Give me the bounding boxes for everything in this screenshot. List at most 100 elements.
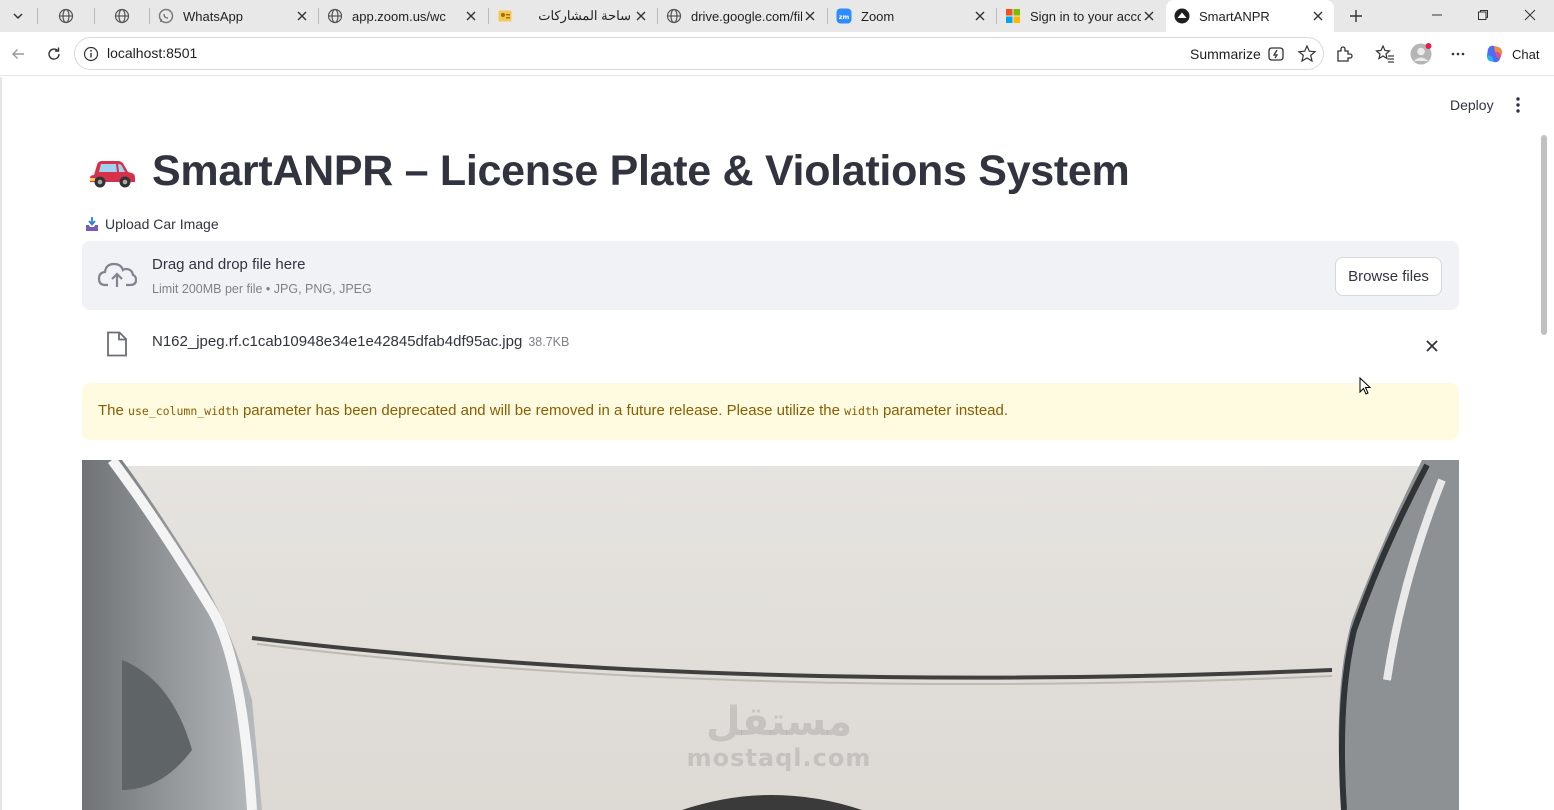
- close-icon: [1426, 340, 1438, 352]
- deprecation-warning: The use_column_width parameter has been …: [82, 383, 1459, 440]
- close-icon[interactable]: [1310, 8, 1326, 24]
- dropzone-title: Drag and drop file here: [152, 256, 306, 273]
- more-vertical-icon: [1516, 97, 1520, 113]
- tab-pinned-2[interactable]: [102, 0, 142, 32]
- mostaql-watermark: مستقل mostaql.com: [684, 700, 874, 772]
- zoom-icon: zm: [836, 8, 852, 24]
- tab-title: Zoom: [861, 8, 895, 24]
- restore-button[interactable]: [1460, 0, 1506, 30]
- browser-toolbar: localhost:8501 Summarize Chat: [0, 32, 1554, 76]
- tab-zoom[interactable]: zm Zoom: [828, 0, 996, 32]
- favorites-list-icon: [1375, 44, 1394, 63]
- info-icon[interactable]: [83, 46, 99, 67]
- warning-code-use-column-width: use_column_width: [128, 404, 239, 418]
- chat-label: Chat: [1512, 46, 1540, 62]
- close-icon[interactable]: [1141, 8, 1157, 24]
- tab-title: app.zoom.us/wc: [352, 8, 446, 24]
- chevron-down-icon: [13, 13, 23, 20]
- tab-title: WhatsApp: [183, 8, 243, 24]
- close-icon[interactable]: [972, 8, 988, 24]
- extensions-button[interactable]: [1329, 39, 1359, 69]
- tab-title: Sign in to your accou: [1030, 8, 1141, 24]
- inbox-tray-emoji-icon: [86, 217, 98, 231]
- file-dropzone[interactable]: Drag and drop file here Limit 200MB per …: [82, 241, 1459, 310]
- page-scrollbar[interactable]: [1541, 135, 1547, 335]
- whatsapp-icon: [158, 8, 174, 24]
- uploaded-file-row: N162_jpeg.rf.c1cab10948e34e1e42845dfab4d…: [82, 322, 1459, 366]
- summarize-icon: [1268, 47, 1284, 61]
- settings-more-button[interactable]: [1443, 39, 1473, 69]
- address-bar[interactable]: localhost:8501 Summarize: [74, 37, 1324, 70]
- uploader-label-text: Upload Car Image: [105, 216, 219, 232]
- refresh-button[interactable]: [39, 39, 69, 69]
- tab-participations[interactable]: ساحة المشاركات: [489, 0, 657, 32]
- tab-list-button[interactable]: [5, 4, 31, 28]
- svg-text:zm: zm: [839, 13, 850, 21]
- new-tab-button[interactable]: [1343, 3, 1369, 29]
- back-button[interactable]: [3, 39, 33, 69]
- cloud-upload-icon: [97, 262, 137, 287]
- tab-microsoft-signin[interactable]: Sign in to your accou: [997, 0, 1165, 32]
- summarize-label: Summarize: [1190, 46, 1261, 62]
- address-url[interactable]: localhost:8501: [107, 45, 197, 61]
- refresh-icon: [48, 47, 60, 60]
- tab-google-drive[interactable]: drive.google.com/file: [658, 0, 826, 32]
- streamlit-icon: [1174, 8, 1190, 24]
- copilot-chat-button[interactable]: Chat: [1478, 40, 1544, 68]
- minimize-icon: [1432, 14, 1442, 16]
- contact-card-icon: [497, 8, 513, 24]
- mouse-cursor-icon: [1359, 377, 1372, 395]
- close-icon: [1524, 9, 1536, 21]
- puzzle-icon: [1337, 46, 1353, 62]
- close-icon[interactable]: [633, 8, 649, 24]
- restore-icon: [1478, 10, 1488, 20]
- more-horizontal-icon: [1451, 52, 1465, 56]
- arrow-left-icon: [12, 49, 24, 59]
- car-emoji-icon: [90, 161, 135, 188]
- remove-file-button[interactable]: [1420, 334, 1444, 358]
- warning-code-width: width: [844, 404, 879, 418]
- file-size: 38.7KB: [528, 335, 570, 349]
- avatar-icon: [1410, 43, 1432, 65]
- microsoft-icon: [1005, 8, 1021, 24]
- page-title-text: SmartANPR – License Plate & Violations S…: [152, 146, 1130, 195]
- tab-smartanpr[interactable]: SmartANPR: [1166, 0, 1334, 32]
- minimize-button[interactable]: [1414, 0, 1460, 30]
- plus-icon: [1350, 10, 1362, 22]
- globe-icon: [327, 8, 343, 24]
- uploaded-file-name: N162_jpeg.rf.c1cab10948e34e1e42845dfab4d…: [152, 333, 569, 350]
- copilot-icon: [1487, 45, 1502, 63]
- uploader-label: Upload Car Image: [85, 216, 219, 232]
- tab-whatsapp[interactable]: WhatsApp: [150, 0, 318, 32]
- tab-title: ساحة المشاركات: [538, 8, 631, 23]
- main-menu-button[interactable]: [1508, 94, 1528, 116]
- watermark-english: mostaql.com: [686, 744, 872, 772]
- warning-text: The use_column_width parameter has been …: [98, 402, 1008, 419]
- tab-zoom-web[interactable]: app.zoom.us/wc: [319, 0, 487, 32]
- profile-button[interactable]: [1406, 39, 1436, 69]
- file-icon: [107, 331, 127, 357]
- close-icon[interactable]: [802, 8, 818, 24]
- browse-files-button[interactable]: Browse files: [1335, 257, 1442, 296]
- favorite-star-icon[interactable]: [1297, 44, 1317, 69]
- summarize-button[interactable]: Summarize: [1190, 45, 1285, 63]
- globe-icon: [58, 8, 74, 24]
- warning-middle: parameter has been deprecated and will b…: [238, 402, 845, 419]
- dropzone-limits: Limit 200MB per file • JPG, PNG, JPEG: [152, 282, 372, 296]
- deploy-button[interactable]: Deploy: [1450, 97, 1494, 113]
- close-icon[interactable]: [463, 8, 479, 24]
- page-title: SmartANPR – License Plate & Violations S…: [88, 140, 1130, 202]
- page-left-border: [0, 77, 2, 810]
- close-window-button[interactable]: [1507, 0, 1553, 30]
- browser-tab-strip: WhatsApp app.zoom.us/wc ساحة المشاركات d…: [0, 0, 1554, 32]
- warning-suffix: parameter instead.: [878, 402, 1009, 419]
- close-icon[interactable]: [294, 8, 310, 24]
- watermark-arabic: مستقل: [705, 699, 853, 745]
- tab-title: SmartANPR: [1199, 8, 1270, 24]
- globe-icon: [666, 8, 682, 24]
- favorites-button[interactable]: [1370, 39, 1400, 69]
- tab-title: drive.google.com/file: [691, 8, 802, 24]
- warning-prefix: The: [98, 402, 129, 419]
- file-name-text: N162_jpeg.rf.c1cab10948e34e1e42845dfab4d…: [152, 333, 523, 350]
- tab-pinned-1[interactable]: [46, 0, 86, 32]
